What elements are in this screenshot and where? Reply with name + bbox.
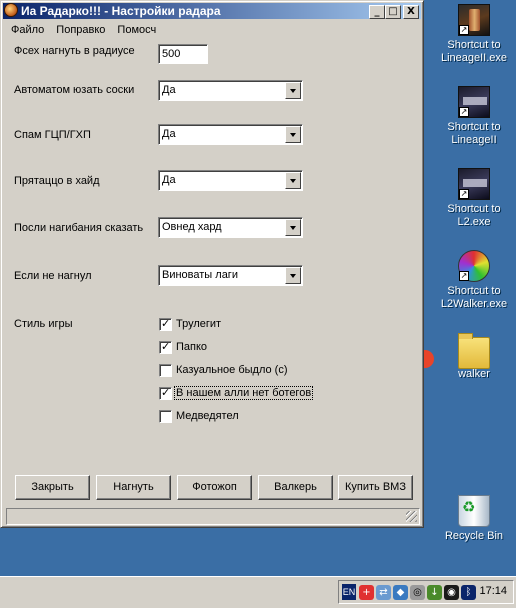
media-icon[interactable]: ◉ [444,585,459,600]
system-tray: EN + ⇄ ◆ ◎ ↓ ◉ ᛒ 17:14 [338,580,514,604]
play-style-label: Стиль игры [14,318,73,330]
dropdown-arrow-icon[interactable] [285,267,301,284]
taskbar: EN + ⇄ ◆ ◎ ↓ ◉ ᛒ 17:14 [0,576,516,608]
desktop-icon-label: Recycle Bin [444,530,504,542]
desktop-icon-l2walker[interactable]: ↗ Shortcut to L2Walker.exe [434,250,514,311]
disc-icon[interactable]: ◎ [410,585,425,600]
folder-icon [458,333,490,369]
checkbox-label-papko[interactable]: Папко [176,341,207,353]
desktop-icon-l2-exe[interactable]: ↗ Shortcut to L2.exe [434,168,514,229]
antivirus-icon[interactable]: + [359,585,374,600]
checkbox-label-casual[interactable]: Казуальное быдло (с) [176,364,288,376]
window-title: Иа Радарко!!! - Настройки радара [21,4,221,18]
title-bar[interactable]: Иа Радарко!!! - Настройки радара _ □ X [3,3,421,19]
checkbox-label-no-bots[interactable]: В нашем алли нет ботегов [174,386,314,400]
if-failed-label: Если не нагнул [14,270,92,282]
checkmark-icon: ✓ [161,340,171,353]
lineage2-icon: ↗ [458,168,490,200]
desktop-icon-lineage2-exe[interactable]: ↗ Shortcut to LineageII.exe [434,4,514,65]
dropdown-arrow-icon[interactable] [285,82,301,99]
maximize-button[interactable]: □ [385,5,401,19]
bend-button[interactable]: Нагнуть [96,475,171,500]
lineage-icon: ↗ [458,4,490,36]
dropdown-arrow-icon[interactable] [285,126,301,143]
menu-help[interactable]: Помосч [111,21,162,39]
shield-icon[interactable]: ◆ [393,585,408,600]
shortcut-arrow-icon: ↗ [459,107,469,117]
radius-input[interactable]: 500 [158,44,208,64]
auto-use-select[interactable]: Да [158,80,303,101]
shortcut-arrow-icon: ↗ [459,189,469,199]
dropdown-arrow-icon[interactable] [285,219,301,236]
menu-file[interactable]: Файло [5,21,50,39]
if-failed-select[interactable]: Виноваты лаги [158,265,303,286]
desktop-icon-label: Shortcut to LineageII [447,121,501,146]
auto-use-label: Автоматом юзать соски [14,84,135,96]
bluetooth-icon[interactable]: ᛒ [461,585,476,600]
network-icon[interactable]: ⇄ [376,585,391,600]
desktop-icon-walker-folder[interactable]: walker [434,333,514,381]
desktop-icon-recycle-bin[interactable]: Recycle Bin [434,495,514,543]
radar-settings-window: Иа Радарко!!! - Настройки радара _ □ X Ф… [0,0,424,528]
clock[interactable]: 17:14 [479,585,507,597]
close-dialog-button[interactable]: Закрыть [15,475,90,500]
status-bar [6,508,420,525]
resize-grip-icon[interactable] [406,511,417,522]
spam-label: Спам ГЦП/ГХП [14,129,91,141]
menu-edit[interactable]: Поправко [50,21,111,39]
walker-icon: ↗ [458,250,490,282]
buy-vmz-button[interactable]: Купить ВМЗ [338,475,413,500]
checkmark-icon: ✓ [161,386,171,399]
download-icon[interactable]: ↓ [427,585,442,600]
hide-label: Прятаццо в хайд [14,175,100,187]
say-after-value: Овнед хард [162,221,222,233]
checkbox-trulegit[interactable]: ✓ [159,317,172,331]
radius-label: Фсех нагнуть в радиусе [14,45,135,57]
close-button[interactable]: X [403,5,419,19]
desktop-icon-label: Shortcut to L2.exe [447,203,501,228]
language-indicator[interactable]: EN [342,584,356,600]
menu-bar: Файло Поправко Помосч [5,21,162,39]
say-after-label: Посли нагибания сказать [14,222,144,234]
desktop-icon-label: walker [458,368,490,380]
desktop-icon-lineage2[interactable]: ↗ Shortcut to LineageII [434,86,514,147]
checkbox-bear[interactable] [159,410,172,423]
auto-use-value: Да [162,84,176,96]
hide-value: Да [162,174,176,186]
minimize-button[interactable]: _ [369,5,385,19]
checkbox-label-bear[interactable]: Медведятел [176,410,239,422]
checkmark-icon: ✓ [161,317,171,330]
shortcut-arrow-icon: ↗ [459,271,469,281]
photoshop-button[interactable]: Фотожоп [177,475,252,500]
checkbox-no-bots[interactable]: ✓ [159,386,172,400]
spam-value: Да [162,128,176,140]
checkbox-casual[interactable] [159,364,172,377]
desktop-icon-label: Shortcut to L2Walker.exe [440,285,508,310]
dropdown-arrow-icon[interactable] [285,172,301,189]
desktop-icon-label: Shortcut to LineageII.exe [440,39,508,64]
lineage2-icon: ↗ [458,86,490,118]
partial-desktop-icon [424,350,434,368]
hide-select[interactable]: Да [158,170,303,191]
recycle-bin-icon [458,495,490,527]
say-after-select[interactable]: Овнед хард [158,217,303,238]
walker-button[interactable]: Валкерь [258,475,333,500]
checkbox-papko[interactable]: ✓ [159,340,172,354]
shortcut-arrow-icon: ↗ [459,25,469,35]
if-failed-value: Виноваты лаги [162,269,238,281]
checkbox-label-trulegit[interactable]: Трулегит [176,318,221,330]
app-icon[interactable] [4,3,18,17]
spam-select[interactable]: Да [158,124,303,145]
